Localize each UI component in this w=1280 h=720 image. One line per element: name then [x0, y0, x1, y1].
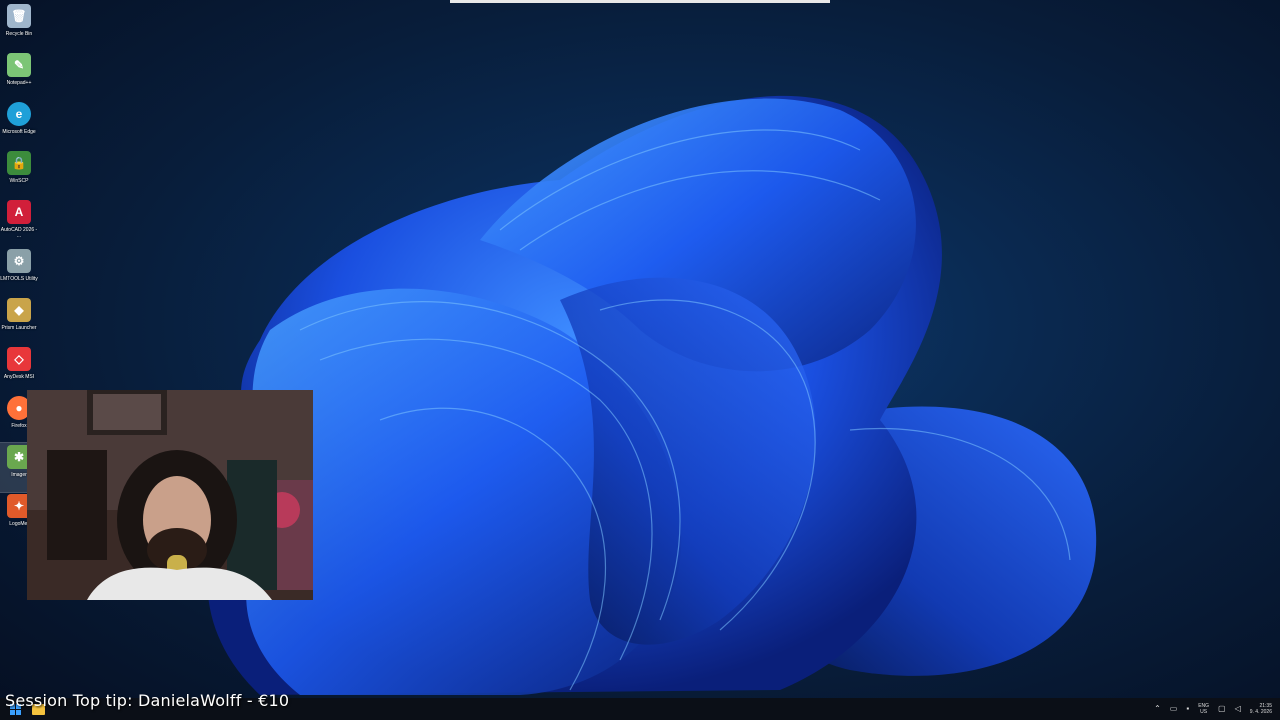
desktop-icon-lmtools[interactable]: ⚙ LMTOOLS Utility [0, 247, 38, 296]
desktop-icon-prism-launcher[interactable]: ◆ Prism Launcher [0, 296, 38, 345]
notepad-plus-plus-icon: ✎ [7, 53, 31, 77]
winscp-icon: 🔒 [7, 151, 31, 175]
display-icon[interactable]: ▢ [1218, 705, 1226, 713]
prism-launcher-icon: ◆ [7, 298, 31, 322]
desktop-icon-winscp[interactable]: 🔒 WinSCP [0, 149, 38, 198]
system-tray: ⌃ ▭ ▪ ENG US ▢ ◁ 21:35 9. 4. 2026 [1154, 698, 1280, 720]
chevron-up-icon[interactable]: ⌃ [1154, 705, 1161, 713]
webcam-overlay [27, 390, 313, 600]
desktop-icon-autocad[interactable]: A AutoCAD 2026 - ... [0, 198, 38, 247]
stream-tip-overlay: Session Top tip: DanielaWolff - €10 [5, 691, 290, 710]
language-indicator[interactable]: ENG US [1198, 703, 1209, 715]
clock[interactable]: 21:35 9. 4. 2026 [1250, 703, 1272, 715]
desktop-icon-label: AutoCAD 2026 - ... [0, 227, 38, 239]
desktop-icon-recycle-bin[interactable]: 🗑 Recycle Bin [0, 2, 38, 51]
app-tray-icon[interactable]: ▪ [1186, 705, 1189, 713]
anydesk-icon: ◇ [7, 347, 31, 371]
lmtools-icon: ⚙ [7, 249, 31, 273]
wallpaper-bloom [207, 95, 1097, 695]
clock-date: 9. 4. 2026 [1249, 709, 1272, 715]
desktop-icon-label: AnyDesk MSI [3, 374, 35, 380]
desktop-icon-notepad-plus-plus[interactable]: ✎ Notepad++ [0, 51, 38, 100]
desktop-icon-label: LMTOOLS Utility [0, 276, 38, 282]
webcam-image [27, 390, 313, 600]
top-progress-bar [450, 0, 830, 3]
desktop-icon-label: Recycle Bin [5, 31, 33, 37]
recycle-bin-icon: 🗑 [7, 4, 31, 28]
volume-icon[interactable]: ◁ [1235, 705, 1241, 713]
desktop: 🗑 Recycle Bin ✎ Notepad++ e Microsoft Ed… [0, 0, 1280, 720]
autocad-icon: A [7, 200, 31, 224]
desktop-icon-label: Notepad++ [6, 80, 32, 86]
desktop-icon-label: Prism Launcher [1, 325, 37, 331]
desktop-icon-edge[interactable]: e Microsoft Edge [0, 100, 38, 149]
network-icon[interactable]: ▭ [1170, 705, 1178, 713]
edge-icon: e [7, 102, 31, 126]
language-region: US [1200, 709, 1208, 715]
desktop-icon-label: WinSCP [9, 178, 29, 184]
desktop-icon-anydesk[interactable]: ◇ AnyDesk MSI [0, 345, 38, 394]
desktop-icon-label: Microsoft Edge [2, 129, 36, 135]
